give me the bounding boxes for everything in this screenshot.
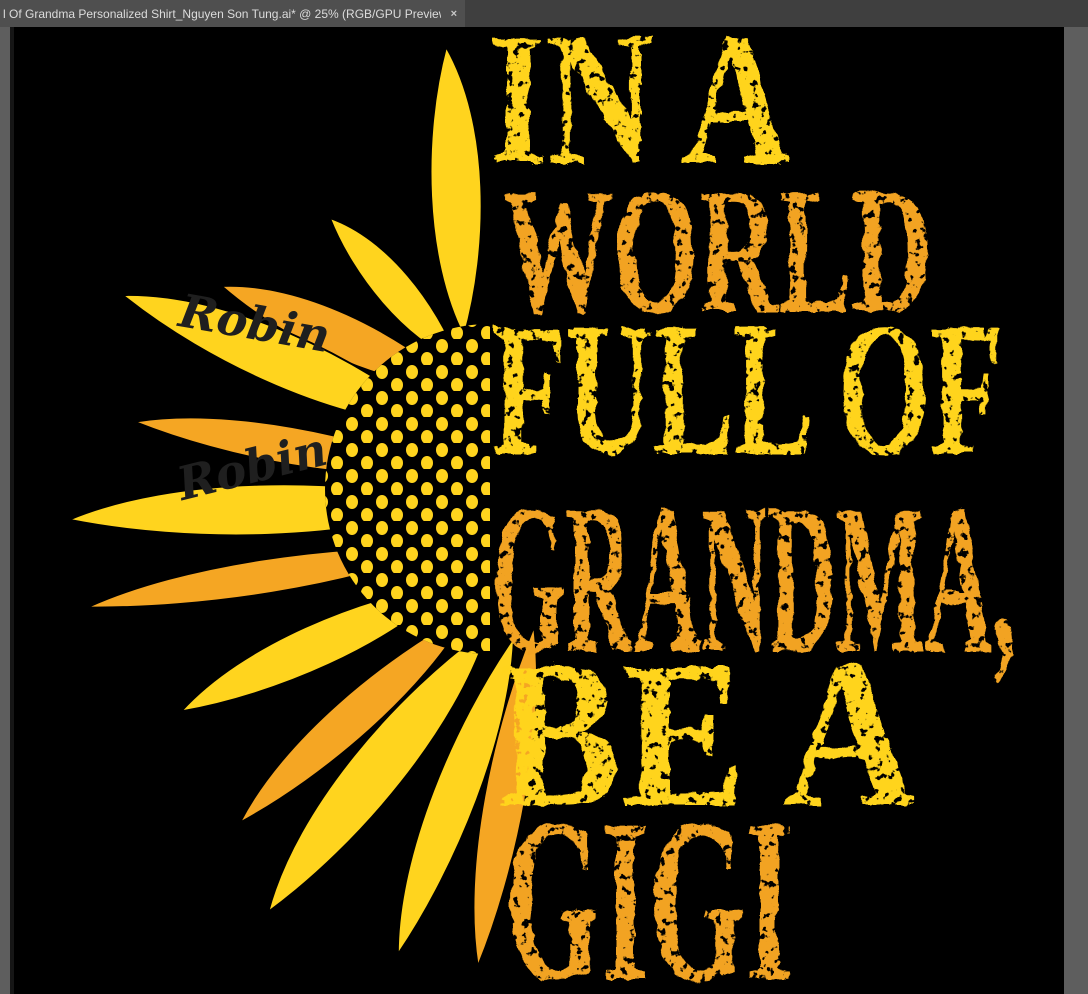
pasteboard-right bbox=[1064, 27, 1088, 994]
headline-text-block[interactable]: IN A WORLD FULL OF GRANDMA, BE A GIGI bbox=[487, 27, 1014, 994]
document-tab[interactable]: l Of Grandma Personalized Shirt_Nguyen S… bbox=[0, 0, 465, 27]
headline-line-6[interactable]: GIGI bbox=[503, 768, 791, 994]
artwork-svg: Robin Robin IN A WORLD FULL OF GRANDMA, … bbox=[14, 27, 1064, 994]
tab-close-icon[interactable]: × bbox=[441, 8, 457, 20]
pasteboard-left bbox=[0, 27, 10, 994]
illustrator-window: l Of Grandma Personalized Shirt_Nguyen S… bbox=[0, 0, 1088, 994]
document-tab-title: l Of Grandma Personalized Shirt_Nguyen S… bbox=[3, 7, 441, 21]
document-tab-bar: l Of Grandma Personalized Shirt_Nguyen S… bbox=[0, 0, 1088, 27]
artboard-canvas[interactable]: Robin Robin IN A WORLD FULL OF GRANDMA, … bbox=[14, 27, 1064, 994]
sunflower-graphic[interactable]: Robin Robin bbox=[67, 44, 551, 969]
sunflower-petal[interactable] bbox=[418, 44, 495, 338]
